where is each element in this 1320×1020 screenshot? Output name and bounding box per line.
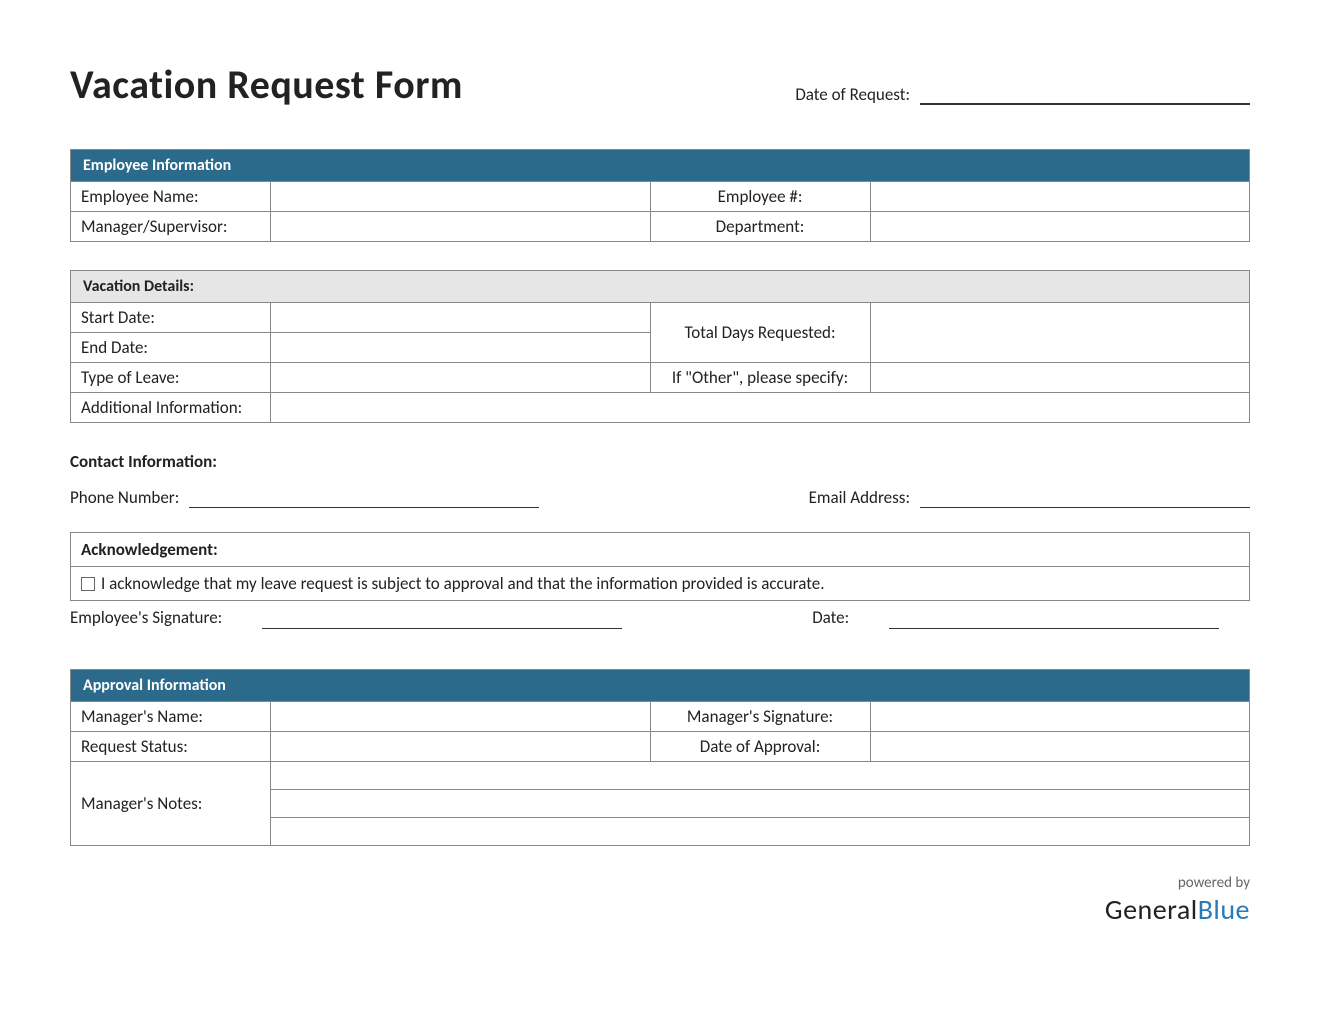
other-specify-field[interactable]	[870, 363, 1250, 393]
total-days-label: Total Days Requested:	[650, 303, 870, 363]
total-days-field[interactable]	[870, 303, 1250, 363]
employee-signature-field[interactable]	[262, 607, 622, 629]
phone-label: Phone Number:	[70, 487, 179, 508]
manager-name-label: Manager's Name:	[71, 702, 271, 732]
date-of-request-label: Date of Request:	[795, 84, 910, 105]
approval-info-table: Approval Information Manager's Name: Man…	[70, 669, 1250, 846]
employee-info-header: Employee Information	[71, 150, 1250, 182]
signature-date-label: Date:	[812, 607, 849, 629]
employee-name-field[interactable]	[271, 182, 651, 212]
powered-by-text: powered by	[70, 874, 1250, 892]
manager-signature-field[interactable]	[870, 702, 1250, 732]
phone-field[interactable]	[189, 486, 539, 508]
other-specify-label: If "Other", please specify:	[650, 363, 870, 393]
date-of-approval-label: Date of Approval:	[650, 732, 870, 762]
acknowledgement-text: I acknowledge that my leave request is s…	[101, 573, 825, 594]
email-label: Email Address:	[809, 487, 910, 508]
department-field[interactable]	[870, 212, 1250, 242]
manager-name-field[interactable]	[271, 702, 651, 732]
additional-info-field[interactable]	[271, 393, 1250, 423]
employee-number-label: Employee #:	[650, 182, 870, 212]
date-of-request-field[interactable]	[920, 83, 1250, 105]
department-label: Department:	[650, 212, 870, 242]
brand-part-2: Blue	[1198, 892, 1250, 927]
request-status-field[interactable]	[271, 732, 651, 762]
start-date-label: Start Date:	[71, 303, 271, 333]
acknowledgement-checkbox[interactable]	[81, 577, 95, 591]
manager-label: Manager/Supervisor:	[71, 212, 271, 242]
manager-notes-line-3[interactable]	[271, 818, 1250, 846]
footer: powered by GeneralBlue	[70, 874, 1250, 927]
approval-info-header: Approval Information	[71, 670, 1250, 702]
acknowledgement-table: Acknowledgement: I acknowledge that my l…	[70, 532, 1250, 601]
contact-info-header: Contact Information:	[70, 451, 1250, 472]
brand-logo: GeneralBlue	[70, 892, 1250, 927]
manager-field[interactable]	[271, 212, 651, 242]
signature-date-field[interactable]	[889, 607, 1219, 629]
vacation-details-table: Vacation Details: Start Date: Total Days…	[70, 270, 1250, 423]
end-date-label: End Date:	[71, 333, 271, 363]
additional-info-label: Additional Information:	[71, 393, 271, 423]
date-of-approval-field[interactable]	[870, 732, 1250, 762]
acknowledgement-header: Acknowledgement:	[71, 533, 1250, 567]
employee-number-field[interactable]	[870, 182, 1250, 212]
acknowledgement-row: I acknowledge that my leave request is s…	[71, 567, 1250, 601]
email-field[interactable]	[920, 486, 1250, 508]
manager-signature-label: Manager's Signature:	[650, 702, 870, 732]
brand-part-1: General	[1105, 892, 1198, 927]
type-of-leave-label: Type of Leave:	[71, 363, 271, 393]
start-date-field[interactable]	[271, 303, 651, 333]
employee-info-table: Employee Information Employee Name: Empl…	[70, 149, 1250, 242]
form-title: Vacation Request Form	[70, 60, 463, 109]
vacation-details-header: Vacation Details:	[71, 271, 1250, 303]
manager-notes-label: Manager's Notes:	[71, 762, 271, 846]
manager-notes-line-2[interactable]	[271, 790, 1250, 818]
end-date-field[interactable]	[271, 333, 651, 363]
employee-signature-label: Employee's Signature:	[70, 607, 222, 629]
manager-notes-line-1[interactable]	[271, 762, 1250, 790]
request-status-label: Request Status:	[71, 732, 271, 762]
employee-name-label: Employee Name:	[71, 182, 271, 212]
type-of-leave-field[interactable]	[271, 363, 651, 393]
